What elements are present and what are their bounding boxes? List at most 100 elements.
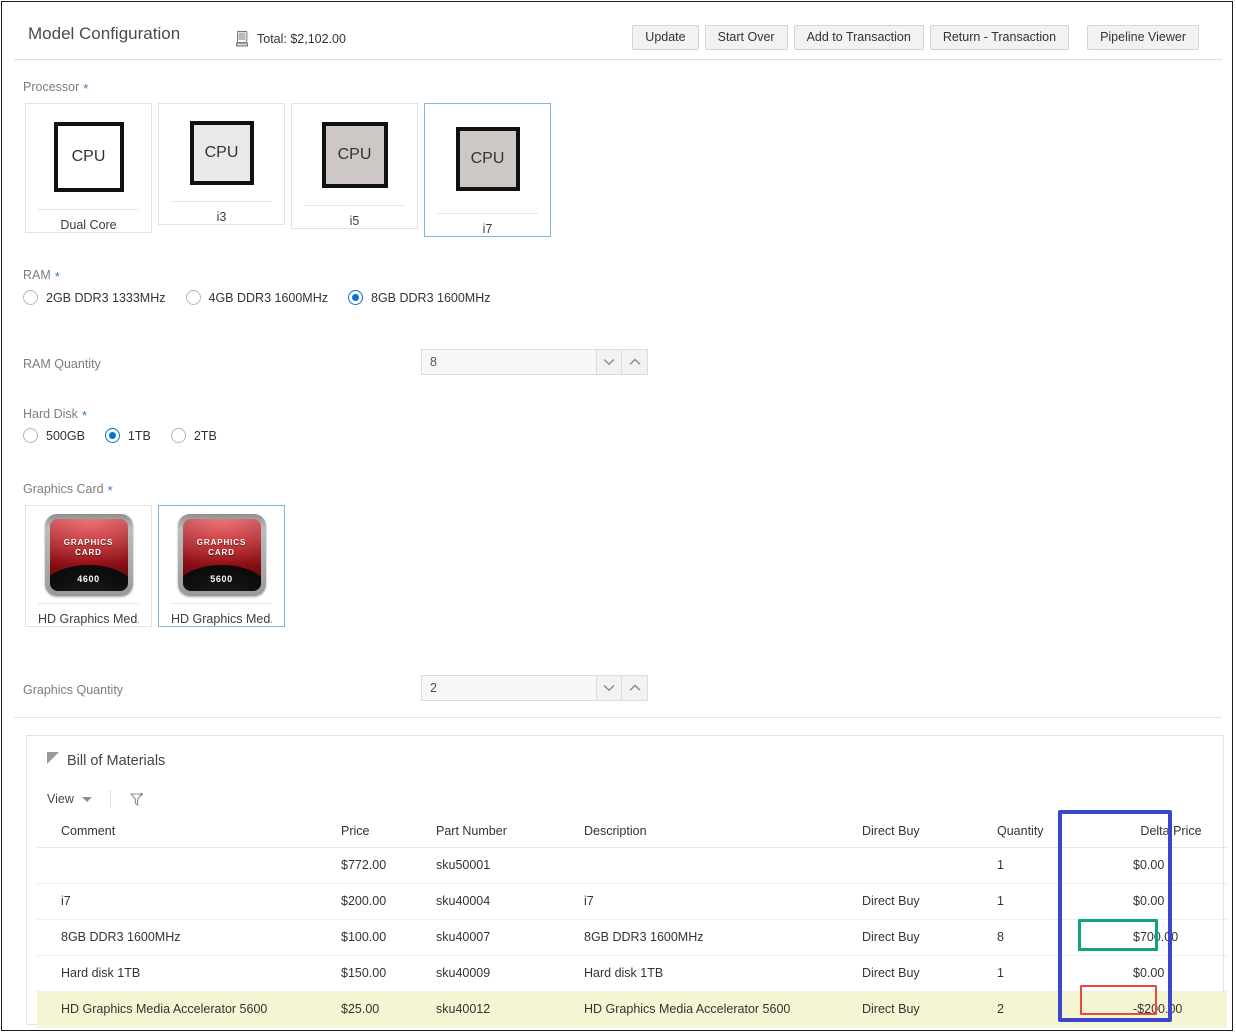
chevron-up-icon — [629, 358, 640, 365]
bill-of-materials-panel: Bill of Materials View Comment Price Par… — [26, 735, 1227, 1028]
graphics-card-art-title: GRAPHICS CARD — [63, 537, 114, 557]
cell-delta-price: $0.00 — [1115, 883, 1227, 920]
ram-option-label: 4GB DDR3 1600MHz — [208, 290, 329, 305]
graphics-card-label: Graphics Card * — [23, 482, 113, 498]
total-amount: Total: $2,102.00 — [257, 32, 346, 46]
processor-card-caption: Dual Core — [38, 209, 139, 232]
graphics-card-5600[interactable]: GRAPHICS CARD 5600 HD Graphics Med... — [158, 505, 285, 627]
processor-card-i7[interactable]: CPU i7 — [424, 103, 551, 237]
graphics-quantity-stepper — [421, 675, 648, 701]
graphics-card-art-number: 5600 — [210, 573, 233, 584]
graphics-card-icon: GRAPHICS CARD 5600 — [177, 513, 266, 596]
radio-icon — [170, 428, 186, 443]
cell-description: 8GB DDR3 1600MHz — [584, 919, 862, 956]
required-marker: * — [54, 269, 60, 284]
chevron-down-icon — [81, 796, 92, 802]
hard-disk-option-1tb[interactable]: 1TB — [104, 428, 151, 443]
graphics-card-4600[interactable]: GRAPHICS CARD 4600 HD Graphics Med... — [25, 505, 152, 627]
graphics-quantity-input[interactable] — [421, 675, 596, 701]
graphics-card-caption: HD Graphics Med... — [171, 603, 272, 626]
pipeline-viewer-button[interactable]: Pipeline Viewer — [1087, 25, 1199, 50]
hard-disk-option-label: 500GB — [46, 428, 85, 443]
radio-icon-selected — [348, 290, 363, 305]
column-header-quantity[interactable]: Quantity — [997, 816, 1115, 848]
processor-card-caption: i3 — [171, 201, 272, 224]
cell-comment: HD Graphics Media Accelerator 5600 — [37, 991, 341, 1028]
graphics-card-options: GRAPHICS CARD 4600 HD Graphics Med... GR… — [25, 505, 285, 627]
table-header: Comment Price Part Number Description Di… — [37, 816, 1227, 848]
cell-price: $772.00 — [341, 847, 436, 884]
processor-card-caption: i5 — [304, 205, 405, 228]
graphics-quantity-decrement[interactable] — [596, 675, 622, 701]
update-button[interactable]: Update — [632, 25, 699, 50]
start-over-button[interactable]: Start Over — [704, 25, 788, 50]
column-header-price[interactable]: Price — [341, 816, 436, 848]
radio-icon-selected — [104, 428, 120, 443]
column-header-comment[interactable]: Comment — [37, 816, 341, 848]
cpu-icon: CPU — [53, 121, 124, 192]
processor-card-i3[interactable]: CPU i3 — [158, 103, 285, 225]
column-header-description[interactable]: Description — [584, 816, 862, 848]
ram-quantity-decrement[interactable] — [596, 349, 622, 375]
ram-option-8gb[interactable]: 8GB DDR3 1600MHz — [348, 290, 491, 305]
hard-disk-option-2tb[interactable]: 2TB — [170, 428, 217, 443]
toolbar-divider — [109, 790, 111, 808]
ram-option-4gb[interactable]: 4GB DDR3 1600MHz — [185, 290, 329, 305]
ram-quantity-stepper — [421, 349, 648, 375]
cell-delta-price: $0.00 — [1115, 955, 1227, 992]
application-window: Model Configuration Total: $2,102.00 Upd… — [1, 1, 1233, 1031]
view-menu-button[interactable]: View — [47, 792, 92, 806]
processor-card-i5[interactable]: CPU i5 — [291, 103, 418, 229]
collapse-triangle-icon[interactable] — [47, 752, 59, 764]
cell-delta-price: $0.00 — [1115, 847, 1227, 884]
hard-disk-label: Hard Disk * — [23, 407, 87, 423]
cell-quantity: 1 — [997, 883, 1115, 920]
column-header-delta-price[interactable]: Delta Price — [1115, 816, 1227, 848]
hard-disk-radio-group: 500GB 1TB 2TB — [23, 428, 217, 443]
cpu-icon: CPU — [189, 120, 254, 185]
cell-comment: 8GB DDR3 1600MHz — [37, 919, 341, 956]
processor-card-dual-core[interactable]: CPU Dual Core — [25, 103, 152, 233]
radio-icon — [185, 290, 201, 305]
cell-part-number: sku40004 — [436, 883, 584, 920]
cell-delta-price: -$200.00 — [1115, 991, 1227, 1028]
cell-comment: Hard disk 1TB — [37, 955, 341, 992]
bill-of-materials-title: Bill of Materials — [67, 753, 166, 769]
graphics-card-art-title: GRAPHICS CARD — [196, 537, 247, 557]
table-body: $772.00 sku50001 1 $0.00 i7 $200.00 sku4… — [37, 847, 1227, 1028]
bill-of-materials-header[interactable]: Bill of Materials — [47, 752, 165, 769]
cell-direct-buy: Direct Buy — [862, 955, 997, 992]
column-header-part-number[interactable]: Part Number — [436, 816, 584, 848]
bom-toolbar: View — [47, 788, 146, 810]
cell-quantity: 8 — [997, 919, 1115, 956]
ram-quantity-increment[interactable] — [622, 349, 648, 375]
ram-option-2gb[interactable]: 2GB DDR3 1333MHz — [23, 290, 166, 305]
bill-of-materials-table: Comment Price Part Number Description Di… — [37, 816, 1227, 1028]
hard-disk-option-500gb[interactable]: 500GB — [23, 428, 85, 443]
cell-part-number: sku50001 — [436, 847, 584, 884]
return-transaction-button[interactable]: Return - Transaction — [929, 25, 1070, 50]
header-button-group: Update Start Over Add to Transaction Ret… — [632, 25, 1199, 50]
table-row[interactable]: 8GB DDR3 1600MHz $100.00 sku40007 8GB DD… — [37, 919, 1227, 956]
ram-quantity-label: RAM Quantity — [23, 357, 101, 371]
cell-comment: i7 — [37, 883, 341, 920]
cell-price: $25.00 — [341, 991, 436, 1028]
configuration-form: Processor * CPU Dual Core CPU i3 CPU i5 … — [14, 62, 1222, 718]
chevron-down-icon — [603, 684, 615, 692]
table-row[interactable]: $772.00 sku50001 1 $0.00 — [37, 847, 1227, 884]
graphics-quantity-increment[interactable] — [622, 675, 648, 701]
cell-description — [584, 847, 862, 884]
table-row[interactable]: HD Graphics Media Accelerator 5600 $25.0… — [37, 991, 1227, 1028]
column-header-direct-buy[interactable]: Direct Buy — [862, 816, 997, 848]
add-to-transaction-button[interactable]: Add to Transaction — [793, 25, 924, 50]
cell-delta-price: $700.00 — [1115, 919, 1227, 956]
cell-direct-buy — [862, 847, 997, 884]
hard-disk-option-label: 2TB — [193, 428, 217, 443]
graphics-card-icon: GRAPHICS CARD 4600 — [44, 513, 133, 596]
cell-part-number: sku40009 — [436, 955, 584, 992]
table-row[interactable]: i7 $200.00 sku40004 i7 Direct Buy 1 $0.0… — [37, 883, 1227, 920]
add-filter-icon[interactable] — [129, 791, 146, 808]
table-row[interactable]: Hard disk 1TB $150.00 sku40009 Hard disk… — [37, 955, 1227, 992]
ram-quantity-input[interactable] — [421, 349, 596, 375]
cell-price: $200.00 — [341, 883, 436, 920]
